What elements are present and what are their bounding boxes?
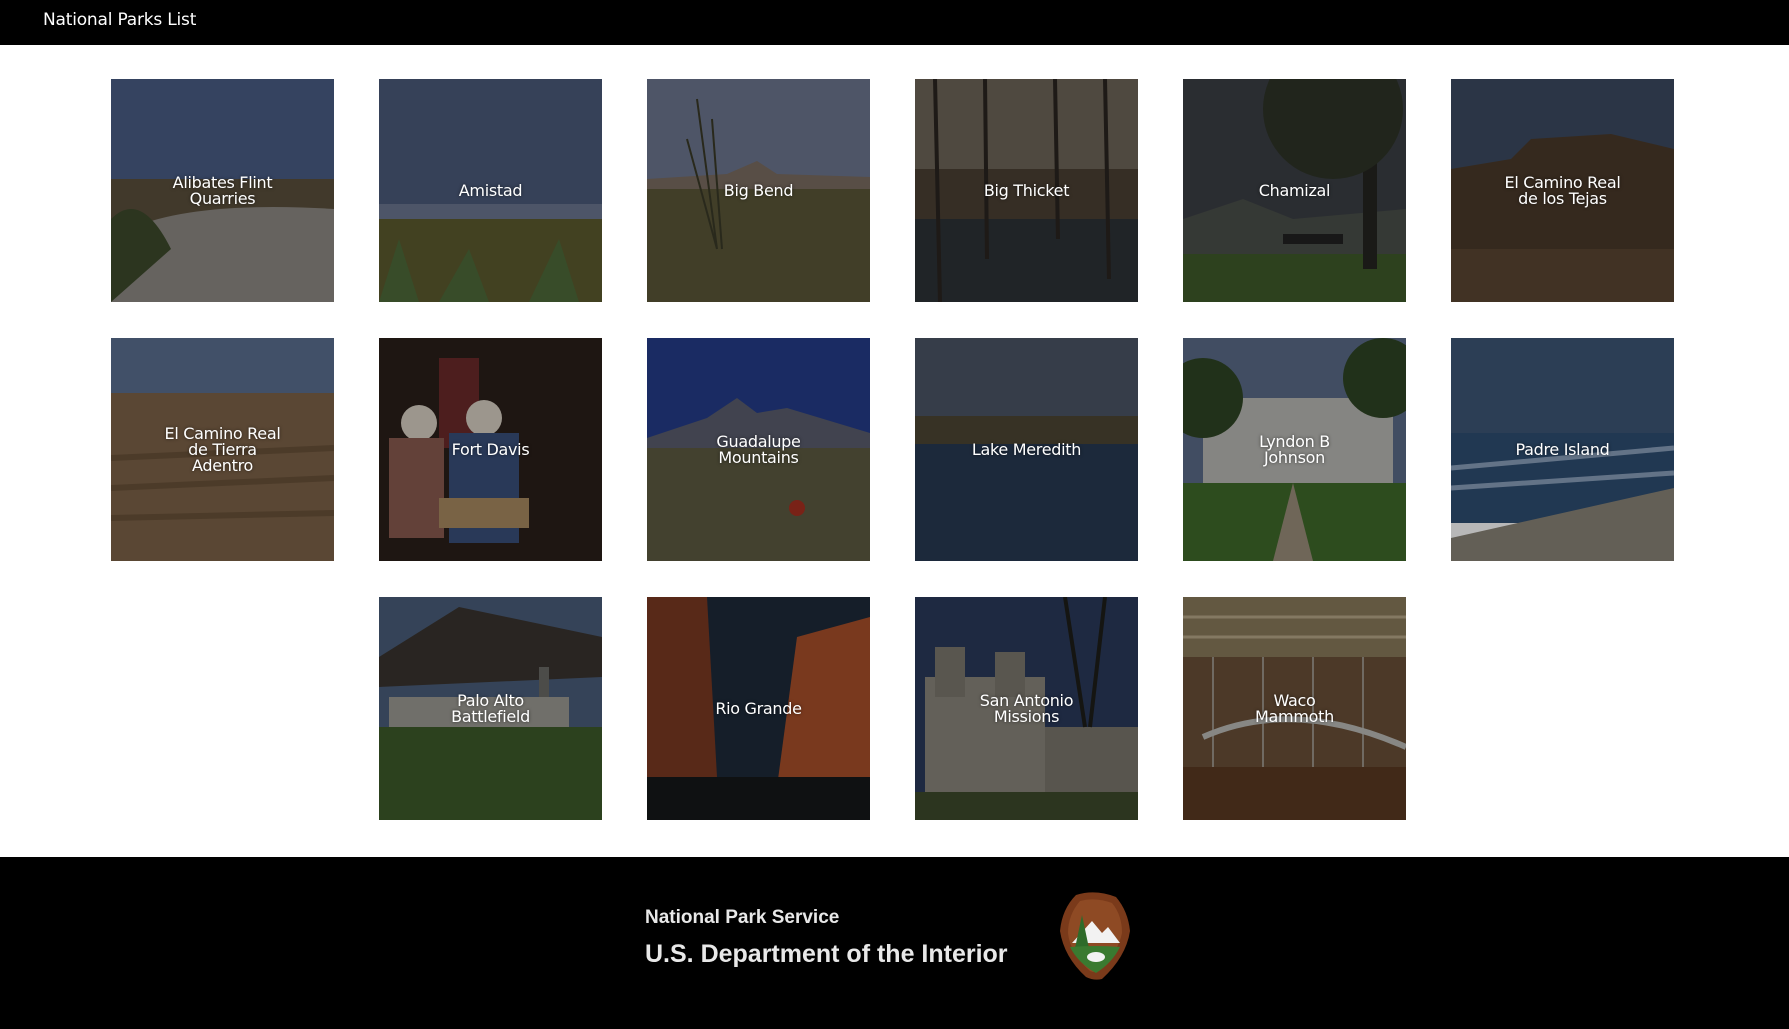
park-name: Lake Meredith <box>971 439 1082 459</box>
park-tile-palo-alto-battlefield[interactable]: Palo Alto Battlefield <box>379 597 602 820</box>
park-tile-big-thicket[interactable]: Big Thicket <box>915 79 1138 302</box>
park-tile-alibates-flint-quarries[interactable]: Alibates Flint Quarries <box>111 79 334 302</box>
park-name: Amistad <box>458 180 523 200</box>
footer-org-name: National Park Service <box>645 907 840 928</box>
park-name: Big Thicket <box>983 180 1070 200</box>
park-tile-chamizal[interactable]: Chamizal <box>1183 79 1406 302</box>
park-name: Guadalupe Mountains <box>716 431 801 467</box>
park-tile-rio-grande[interactable]: Rio Grande <box>647 597 870 820</box>
park-name: Rio Grande <box>715 698 802 718</box>
park-tile-padre-island[interactable]: Padre Island <box>1451 338 1674 561</box>
park-tile-guadalupe-mountains[interactable]: Guadalupe Mountains <box>647 338 870 561</box>
park-name: Big Bend <box>723 180 794 200</box>
park-name: Padre Island <box>1515 439 1610 459</box>
park-tile-amistad[interactable]: Amistad <box>379 79 602 302</box>
park-name: El Camino Real de Tierra Adentro <box>164 423 281 475</box>
park-tile-waco-mammoth[interactable]: Waco Mammoth <box>1183 597 1406 820</box>
park-tile-lake-meredith[interactable]: Lake Meredith <box>915 338 1138 561</box>
park-name: Palo Alto Battlefield <box>451 690 530 726</box>
park-name: San Antonio Missions <box>979 690 1074 726</box>
park-name: El Camino Real de los Tejas <box>1504 172 1621 208</box>
park-name: Alibates Flint Quarries <box>172 172 273 208</box>
park-tile-el-camino-real-de-los-tejas[interactable]: El Camino Real de los Tejas <box>1451 79 1674 302</box>
park-tile-big-bend[interactable]: Big Bend <box>647 79 870 302</box>
park-tile-lyndon-b-johnson[interactable]: Lyndon B Johnson <box>1183 338 1406 561</box>
parks-grid: Alibates Flint Quarries Amistad Big Bend <box>0 45 1789 857</box>
nps-arrowhead-logo-icon <box>1056 891 1134 981</box>
footer: National Park Service U.S. Department of… <box>0 857 1789 1029</box>
park-tile-san-antonio-missions[interactable]: San Antonio Missions <box>915 597 1138 820</box>
park-name: Waco Mammoth <box>1255 690 1334 726</box>
park-name: Chamizal <box>1258 180 1331 200</box>
top-bar: National Parks List <box>0 0 1789 45</box>
park-name: Fort Davis <box>451 439 530 459</box>
page-title: National Parks List <box>43 10 197 30</box>
park-tile-fort-davis[interactable]: Fort Davis <box>379 338 602 561</box>
park-name: Lyndon B Johnson <box>1259 431 1330 467</box>
park-tile-el-camino-real-de-tierra-adentro[interactable]: El Camino Real de Tierra Adentro <box>111 338 334 561</box>
footer-dept-name: U.S. Department of the Interior <box>645 940 1008 968</box>
